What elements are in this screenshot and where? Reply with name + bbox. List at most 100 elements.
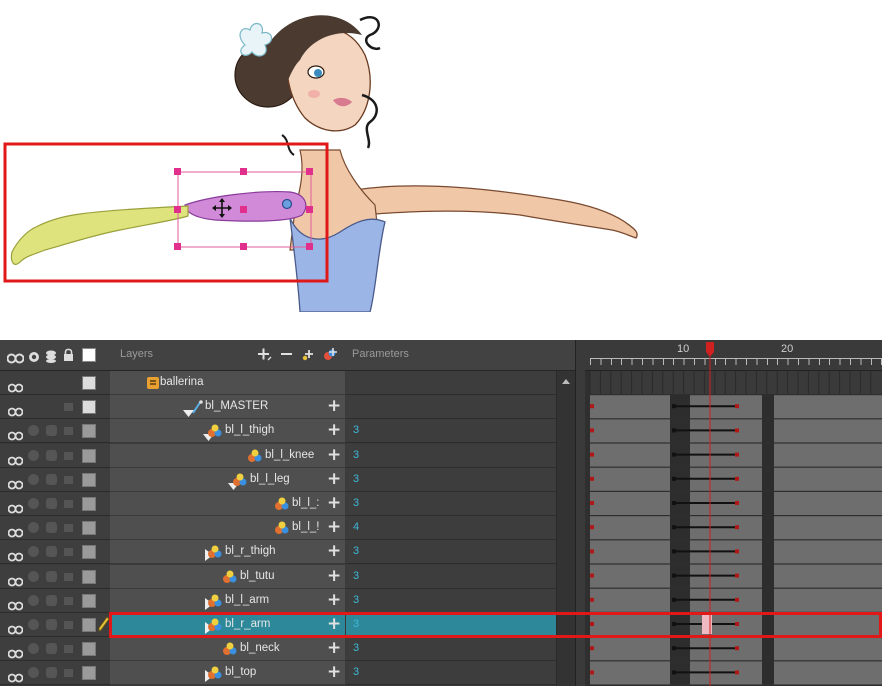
layer-lock-icon[interactable]: [64, 451, 73, 460]
add-param-icon[interactable]: +: [327, 493, 341, 513]
layer-parameters-cell[interactable]: [346, 588, 556, 613]
layer-eye-icon[interactable]: [7, 475, 24, 494]
layer-row[interactable]: bl_MASTER +: [0, 395, 575, 421]
layer-eye-icon[interactable]: [7, 572, 24, 591]
layer-name-cell[interactable]: bl_l_thigh +: [110, 419, 345, 444]
layer-eye-icon[interactable]: [7, 596, 24, 615]
add-param-icon[interactable]: +: [327, 662, 341, 682]
add-param-icon[interactable]: +: [327, 517, 341, 537]
layer-eye-icon[interactable]: [7, 451, 24, 470]
layer-color-swatch[interactable]: [82, 618, 96, 632]
layer-parameters-cell[interactable]: [346, 637, 556, 662]
stack-icon[interactable]: [45, 348, 57, 363]
layer-name-cell[interactable]: bl_l_arm +: [110, 588, 345, 613]
layer-solo-icon[interactable]: [28, 619, 39, 630]
layer-solo-icon[interactable]: [28, 594, 39, 606]
layer-color-swatch[interactable]: [82, 593, 96, 608]
layer-parameters-cell[interactable]: [346, 443, 556, 468]
layer-color-swatch[interactable]: [82, 545, 96, 560]
layer-solo-icon[interactable]: [28, 449, 39, 461]
layer-lock-icon[interactable]: [64, 475, 73, 484]
layer-stack-icon[interactable]: [46, 667, 57, 679]
layer-lock-icon[interactable]: [64, 548, 73, 557]
add-param-icon[interactable]: +: [327, 566, 341, 586]
layer-color-swatch[interactable]: [82, 521, 96, 536]
layer-name-cell[interactable]: bl_MASTER +: [110, 395, 345, 420]
layer-color-swatch[interactable]: [82, 376, 96, 390]
layer-eye-icon[interactable]: [7, 547, 24, 566]
add-param-icon[interactable]: +: [327, 420, 341, 440]
layer-name-cell[interactable]: ballerina: [110, 371, 345, 395]
layer-solo-icon[interactable]: [28, 498, 39, 509]
add-param-icon[interactable]: +: [327, 396, 341, 416]
layer-eye-icon[interactable]: [7, 523, 24, 542]
layer-parameters-cell[interactable]: [346, 516, 556, 541]
layer-parameters-cell[interactable]: [346, 564, 556, 589]
layer-name-cell[interactable]: bl_r_thigh +: [110, 540, 345, 565]
layer-parameters-cell[interactable]: [346, 661, 556, 686]
layer-eye-icon[interactable]: [7, 402, 24, 421]
remove-layer-icon[interactable]: [279, 346, 293, 362]
layer-color-swatch[interactable]: [82, 642, 96, 657]
layer-row[interactable]: bl_l_: +3: [0, 492, 575, 516]
layer-parameters-cell[interactable]: [346, 371, 556, 395]
layer-stack-icon[interactable]: [46, 449, 57, 461]
layer-color-swatch[interactable]: [82, 424, 96, 439]
layer-lock-icon[interactable]: [64, 645, 73, 654]
layer-lock-icon[interactable]: [64, 596, 73, 605]
layer-row[interactable]: ballerina: [0, 371, 575, 395]
layer-color-swatch[interactable]: [82, 569, 96, 584]
layer-row[interactable]: bl_r_thigh +3: [0, 540, 575, 566]
add-drawing-icon[interactable]: [322, 345, 340, 363]
layer-eye-icon[interactable]: [7, 644, 24, 663]
layer-stack-icon[interactable]: [46, 619, 57, 630]
layer-row[interactable]: bl_tutu +3: [0, 564, 575, 591]
layer-color-swatch[interactable]: [82, 400, 96, 415]
solo-icon[interactable]: [28, 348, 40, 362]
add-param-icon[interactable]: +: [327, 590, 341, 610]
layer-lock-icon[interactable]: [64, 500, 73, 508]
layer-color-swatch[interactable]: [82, 666, 96, 681]
layer-lock-icon[interactable]: [64, 524, 73, 533]
layer-row[interactable]: bl_l_! +4: [0, 516, 575, 542]
layer-parameters-cell[interactable]: [346, 395, 556, 420]
layer-color-swatch[interactable]: [82, 448, 96, 463]
layer-row[interactable]: bl_top +3: [0, 661, 575, 686]
add-layer-icon[interactable]: [256, 346, 272, 362]
layer-solo-icon[interactable]: [28, 667, 39, 679]
layer-row[interactable]: bl_l_thigh +3: [0, 419, 575, 445]
layer-lock-icon[interactable]: [64, 621, 73, 629]
drawing-canvas[interactable]: [0, 0, 660, 312]
layer-lock-icon[interactable]: [64, 379, 73, 387]
layer-solo-icon[interactable]: [28, 473, 39, 485]
layer-parameters-cell[interactable]: [346, 467, 556, 492]
add-param-icon[interactable]: +: [327, 445, 341, 465]
layer-stack-icon[interactable]: [46, 498, 57, 509]
color-swatch-icon[interactable]: [82, 348, 96, 362]
layer-lock-icon[interactable]: [64, 427, 73, 436]
layer-solo-icon[interactable]: [28, 522, 39, 534]
layer-parameters-cell[interactable]: [346, 492, 556, 516]
layer-lock-icon[interactable]: [64, 572, 73, 581]
layer-row[interactable]: bl_neck +3: [0, 637, 575, 663]
add-param-icon[interactable]: +: [327, 638, 341, 658]
layer-name-cell[interactable]: bl_l_! +: [110, 516, 345, 541]
layer-eye-icon[interactable]: [7, 378, 24, 397]
layer-lock-icon[interactable]: [64, 669, 73, 678]
layer-stack-icon[interactable]: [46, 522, 57, 534]
layer-solo-icon[interactable]: [28, 425, 39, 437]
layer-name-cell[interactable]: bl_l_knee +: [110, 443, 345, 468]
layer-stack-icon[interactable]: [46, 643, 57, 655]
lock-icon[interactable]: [63, 347, 74, 361]
layer-stack-icon[interactable]: [46, 546, 57, 558]
add-param-icon[interactable]: +: [327, 541, 341, 561]
layer-stack-icon[interactable]: [46, 570, 57, 582]
layer-scrollbar[interactable]: [556, 371, 575, 686]
layer-row[interactable]: bl_l_leg +3: [0, 467, 575, 494]
layer-color-swatch[interactable]: [82, 497, 96, 511]
layer-eye-icon[interactable]: [7, 426, 24, 445]
layer-solo-icon[interactable]: [28, 643, 39, 655]
add-peg-icon[interactable]: [301, 346, 317, 362]
layer-lock-icon[interactable]: [64, 403, 73, 412]
layer-stack-icon[interactable]: [46, 473, 57, 485]
